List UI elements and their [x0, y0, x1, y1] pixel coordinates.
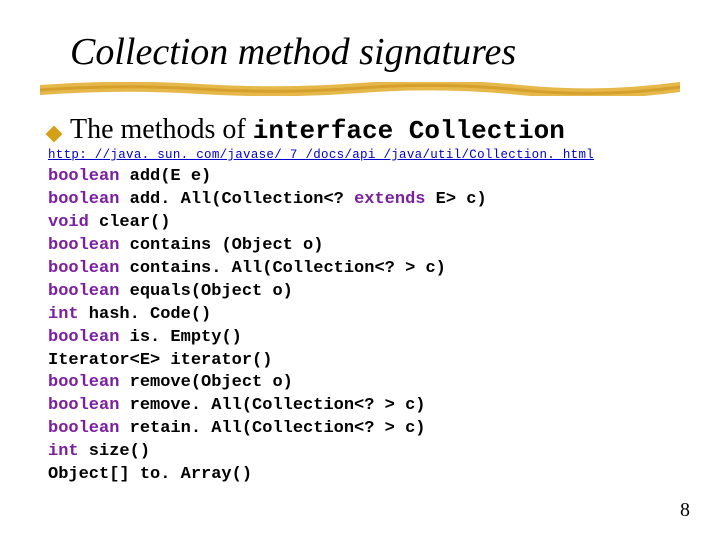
doc-link[interactable]: http: //java. sun. com/javase/ 7 /docs/a…: [48, 148, 680, 162]
code-line: boolean remove(Object o): [48, 372, 680, 395]
bullet-row: The methods of interface Collection: [48, 114, 680, 146]
code-line: Iterator<E> iterator(): [48, 350, 680, 373]
code-line: boolean add. All(Collection<? extends E>…: [48, 189, 680, 212]
code-line: boolean contains. All(Collection<? > c): [48, 258, 680, 281]
bullet-prefix: The methods of: [70, 114, 253, 145]
bullet-text: The methods of interface Collection: [70, 114, 565, 146]
code-line: boolean contains (Object o): [48, 235, 680, 258]
code-line: Object[] to. Array(): [48, 464, 680, 487]
code-line: void clear(): [48, 212, 680, 235]
slide: Collection method signatures The methods…: [0, 0, 720, 540]
code-line: boolean equals(Object o): [48, 281, 680, 304]
code-line: int size(): [48, 441, 680, 464]
code-line: boolean retain. All(Collection<? > c): [48, 418, 680, 441]
code-line: int hash. Code(): [48, 304, 680, 327]
bullet-diamond-icon: [46, 126, 63, 143]
title-underline: [40, 82, 680, 96]
code-line: boolean remove. All(Collection<? > c): [48, 395, 680, 418]
code-block: boolean add(E e)boolean add. All(Collect…: [48, 166, 680, 487]
bullet-code: interface Collection: [253, 116, 565, 146]
slide-title: Collection method signatures: [70, 30, 680, 74]
page-number: 8: [680, 499, 690, 522]
code-line: boolean is. Empty(): [48, 327, 680, 350]
code-line: boolean add(E e): [48, 166, 680, 189]
